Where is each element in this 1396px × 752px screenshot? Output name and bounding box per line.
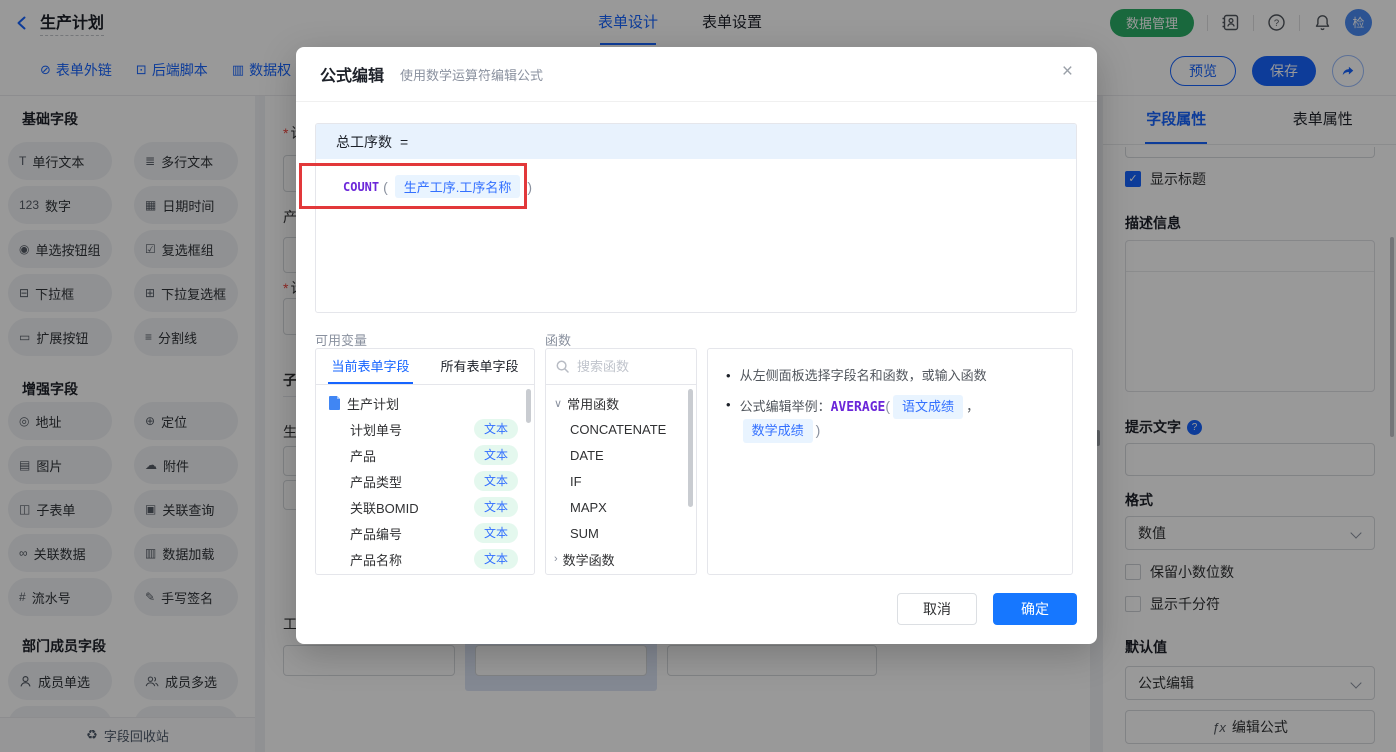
tab-all-form-fields[interactable]: 所有表单字段 [425,349,534,384]
annotation-highlight-box [299,163,527,209]
close-icon[interactable]: × [1062,62,1073,81]
variables-tree: 生产计划 计划单号 文本 产品 文本 产品类型 文本 关联BOMID 文本 产品… [316,385,534,572]
var-field-product[interactable]: 产品 文本 [316,442,534,468]
fn-item-sum[interactable]: SUM [546,520,696,546]
field-type-badge: 文本 [473,549,518,569]
field-type-badge: 文本 [473,419,518,439]
var-field-plan-no[interactable]: 计划单号 文本 [316,416,534,442]
var-field-bomid[interactable]: 关联BOMID 文本 [316,494,534,520]
modal-subtitle: 使用数学运算符编辑公式 [400,67,544,83]
example-function-name: AVERAGE [830,400,886,415]
help-example: • 公式编辑举例：AVERAGE(语文成绩 ，数学成绩) [726,395,1054,443]
example-field-chip: 语文成绩 [893,395,964,419]
chevron-icon: › [554,553,558,565]
formula-help-box: • 从左侧面板选择字段名和函数，或输入函数 • 公式编辑举例：AVERAGE(语… [707,348,1073,575]
search-input[interactable] [575,358,679,375]
functions-scrollbar[interactable] [688,389,693,507]
formula-target-strip: 总工序数 = [316,124,1076,159]
cancel-button[interactable]: 取消 [897,593,977,625]
search-icon [556,360,569,373]
functions-label: 函数 [545,333,572,348]
field-type-badge: 文本 [473,497,518,517]
var-tree-root[interactable]: 生产计划 [316,390,534,416]
formula-edit-modal: 公式编辑 使用数学运算符编辑公式 × 总工序数 = COUNT ( 生产工序.工… [296,47,1097,644]
available-variables-label: 可用变量 [315,333,368,348]
fn-item-if[interactable]: IF [546,468,696,494]
field-type-badge: 文本 [473,471,518,491]
modal-title: 公式编辑 [320,68,385,85]
fn-item-concatenate[interactable]: CONCATENATE [546,416,696,442]
confirm-button[interactable]: 确定 [993,593,1077,625]
modal-footer: 取消 确定 [897,593,1077,625]
variables-tabs: 当前表单字段 所有表单字段 [316,349,534,385]
variables-box: 当前表单字段 所有表单字段 生产计划 计划单号 文本 产品 文本 产品类型 文本… [315,348,535,575]
field-type-badge: 文本 [473,445,518,465]
chevron-icon: ∨ [554,397,563,410]
formula-editor[interactable]: 总工序数 = COUNT ( 生产工序.工序名称 ) [315,123,1077,313]
fn-group-common[interactable]: ∨ 常用函数 [546,390,696,416]
fn-item-date[interactable]: DATE [546,442,696,468]
fn-group-math[interactable]: › 数学函数 [546,546,696,572]
field-type-badge: 文本 [473,523,518,543]
var-field-product-type[interactable]: 产品类型 文本 [316,468,534,494]
help-tip: • 从左侧面板选择字段名和函数，或输入函数 [726,368,987,383]
variables-scrollbar[interactable] [526,389,531,423]
fn-item-mapx[interactable]: MAPX [546,494,696,520]
equals-sign: = [400,133,409,150]
formula-target-name: 总工序数 [336,133,392,150]
functions-tree: ∨ 常用函数 CONCATENATE DATE IF MAPX SUM › 数学… [546,385,696,574]
var-field-product-name[interactable]: 产品名称 文本 [316,546,534,572]
example-field-chip: 数学成绩 [742,419,813,443]
document-icon [329,396,341,410]
modal-header: 公式编辑 使用数学运算符编辑公式 × [296,47,1097,102]
var-field-product-code[interactable]: 产品编号 文本 [316,520,534,546]
fn-group-text[interactable]: › 文本函数 [546,572,696,574]
function-search [546,349,696,385]
tab-current-form-fields[interactable]: 当前表单字段 [316,349,425,384]
functions-box: ∨ 常用函数 CONCATENATE DATE IF MAPX SUM [545,348,697,575]
